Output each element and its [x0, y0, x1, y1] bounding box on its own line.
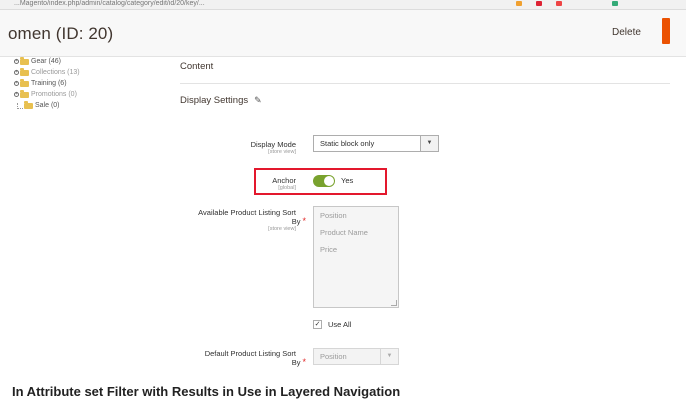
available-sort-scope: [store view]: [268, 226, 296, 232]
section-display-settings-title[interactable]: Display Settings ✎: [180, 95, 262, 106]
display-mode-select[interactable]: Static block only ▼: [313, 135, 439, 152]
chevron-down-icon[interactable]: ▼: [420, 136, 438, 151]
save-button-edge[interactable]: [662, 18, 670, 44]
tree-node-label[interactable]: Training (6): [31, 78, 67, 89]
folder-icon: [20, 89, 29, 98]
section-divider: [180, 83, 670, 84]
extension-icon[interactable]: [556, 1, 562, 6]
tree-node[interactable]: + Promotions (0): [14, 89, 80, 100]
page-title: omen (ID: 20): [8, 24, 114, 43]
multiselect-option[interactable]: Product Name: [314, 224, 398, 241]
browser-strip: ...Magento/index.php/admin/catalog/categ…: [0, 0, 686, 10]
tree-branch-line: [17, 102, 23, 109]
section-content-title[interactable]: Content: [180, 61, 213, 72]
default-sort-select[interactable]: Position ▼: [313, 348, 399, 365]
folder-icon: [20, 78, 29, 87]
tree-node[interactable]: + Collections (13): [14, 67, 80, 78]
multiselect-option[interactable]: Price: [314, 241, 398, 258]
extension-icon[interactable]: [536, 1, 542, 6]
page-header: omen (ID: 20) Delete: [0, 10, 686, 57]
tree-node-label[interactable]: Promotions (0): [31, 89, 77, 100]
display-mode-label: Display Mode [store view]: [200, 140, 296, 156]
folder-icon: [24, 100, 33, 109]
display-mode-value: Static block only: [320, 139, 375, 148]
extension-icon[interactable]: [516, 1, 522, 6]
tree-node[interactable]: Sale (0): [14, 100, 80, 111]
available-sort-label-line2: By: [291, 217, 301, 226]
anchor-scope: [global]: [278, 185, 296, 191]
article-heading: In Attribute set Filter with Results in …: [12, 384, 401, 399]
resize-grip-icon[interactable]: [391, 300, 397, 306]
extension-icon[interactable]: [612, 1, 618, 6]
expand-icon[interactable]: +: [14, 59, 19, 64]
use-all-checkbox[interactable]: ✓: [313, 320, 322, 329]
display-mode-label-text: Display Mode: [250, 140, 296, 149]
chevron-down-icon[interactable]: ▼: [380, 349, 398, 364]
anchor-label-text: Anchor: [272, 176, 296, 185]
folder-icon: [20, 67, 29, 76]
required-mark: *: [302, 357, 306, 367]
pencil-icon: ✎: [254, 95, 262, 105]
category-tree: + Gear (46) + Collections (13) + Trainin…: [14, 56, 80, 111]
default-sort-label-line1: Default Product Listing Sort: [204, 349, 296, 358]
tree-node-label[interactable]: Gear (46): [31, 56, 61, 67]
expand-icon[interactable]: +: [14, 92, 19, 97]
required-mark: *: [302, 216, 306, 226]
default-sort-value: Position: [320, 352, 347, 361]
default-sort-label: Default Product Listing Sort By *: [160, 349, 306, 367]
display-mode-scope: [store view]: [268, 149, 296, 155]
folder-icon: [20, 56, 29, 65]
tree-node[interactable]: + Gear (46): [14, 56, 80, 67]
available-sort-multiselect[interactable]: Position Product Name Price: [313, 206, 399, 308]
tree-node-label[interactable]: Collections (13): [31, 67, 80, 78]
expand-icon[interactable]: +: [14, 81, 19, 86]
default-sort-label-line2: By: [291, 358, 301, 367]
anchor-toggle-text: Yes: [341, 176, 354, 185]
toggle-knob: [324, 176, 334, 186]
browser-url[interactable]: ...Magento/index.php/admin/catalog/categ…: [14, 0, 205, 8]
delete-button[interactable]: Delete: [612, 27, 641, 38]
available-sort-label: Available Product Listing Sort By * [stor…: [160, 208, 306, 233]
multiselect-option[interactable]: Position: [314, 207, 398, 224]
available-sort-label-line1: Available Product Listing Sort: [198, 208, 296, 217]
anchor-toggle[interactable]: [313, 175, 335, 187]
tree-node-label[interactable]: Sale (0): [35, 100, 60, 111]
anchor-label: Anchor [global]: [230, 176, 296, 192]
tree-node[interactable]: + Training (6): [14, 78, 80, 89]
section-display-settings-label: Display Settings: [180, 95, 249, 106]
use-all-label[interactable]: Use All: [328, 320, 351, 329]
expand-icon[interactable]: +: [14, 70, 19, 75]
